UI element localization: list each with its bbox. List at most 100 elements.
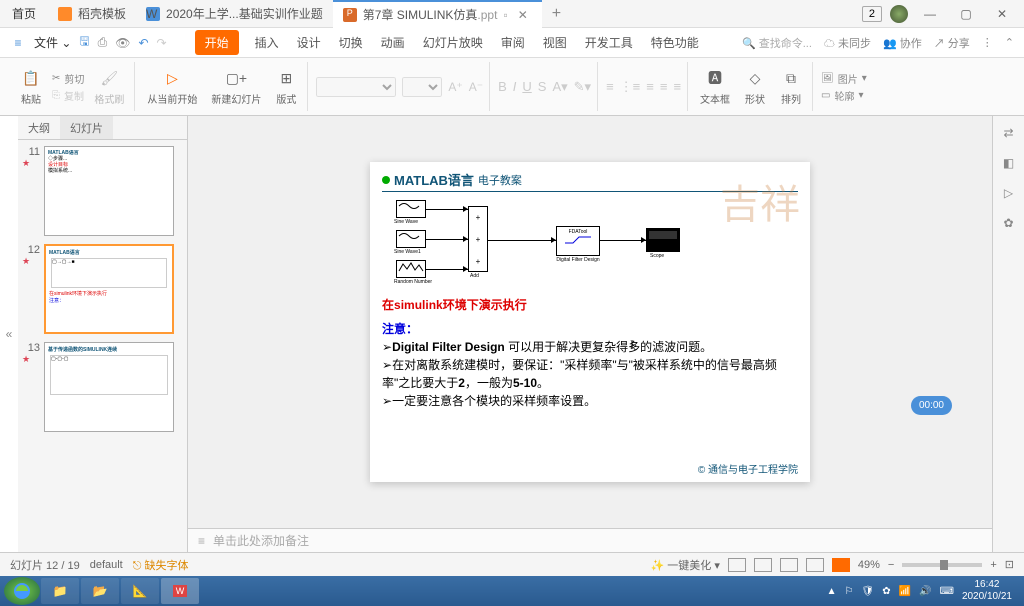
view-reading-icon[interactable] [806,558,824,572]
zoom-slider[interactable] [902,563,982,567]
slides-tab[interactable]: 幻灯片 [60,116,113,139]
label-random: Random Number [394,279,432,285]
close-icon[interactable]: ✕ [514,8,532,22]
outline-tab[interactable]: 大纲 [18,116,60,139]
ribbon-tab-dev[interactable]: 开发工具 [583,30,635,55]
notes-pane[interactable]: ≡ 单击此处添加备注 [188,528,992,552]
task-matlab[interactable]: 📐 [121,578,159,604]
save-icon[interactable]: 🖫 [79,32,89,53]
layout-button[interactable]: ⊞版式 [271,65,301,108]
tray-flower-icon[interactable]: ✿ [882,586,890,597]
tab-doc[interactable]: W 2020年上学...基础实训作业题 [136,0,333,28]
format-painter-button[interactable]: 🖌格式刷 [90,65,128,108]
slide[interactable]: 吉祥 MATLAB语言 电子教案 Sine Wave Sine Wave1 Ra… [370,162,810,482]
ribbon-tab-animation[interactable]: 动画 [379,30,407,55]
view-slideshow-icon[interactable] [832,558,850,572]
task-wps[interactable]: W [161,578,199,604]
paste-button[interactable]: 📋粘贴 [16,65,46,108]
tray-flag-icon[interactable]: ⚐ [845,586,854,597]
tab-menu-icon[interactable]: ▫ [503,8,507,22]
fit-icon[interactable]: ⊡ [1005,558,1014,571]
redo-icon[interactable]: ↷ [157,36,167,50]
panel-style-icon[interactable]: ◧ [1003,156,1014,170]
thumb-11[interactable]: 11★ MATLAB语言◇步骤...设计目标模拟系统... [22,146,183,236]
right-panel: ⇄ ◧ ▷ ✿ [992,116,1024,552]
collab-button[interactable]: 👥 协作 [883,35,922,51]
avatar[interactable] [890,5,908,23]
notification-badge[interactable]: 2 [862,6,882,22]
tray-up-icon[interactable]: ▲ [827,586,837,597]
copyright: © 通信与电子工程学院 [698,461,798,476]
tab-daoke[interactable]: 稻壳模板 [48,0,136,28]
home-button[interactable]: 首页 [0,5,48,22]
label-filter: Digital Filter Design [556,257,600,263]
file-menu[interactable]: 文件 ⌄ [34,34,71,51]
maximize-button[interactable]: ▢ [952,4,980,24]
cut-button[interactable]: ✂ 剪切 [52,71,84,86]
ribbon-tab-insert[interactable]: 插入 [253,30,281,55]
share-button[interactable]: ↗ 分享 [934,35,970,51]
panel-prop-icon[interactable]: ✿ [1003,216,1013,230]
block-filter: FDATool [556,226,600,256]
text-cursor: I [630,337,634,352]
thumb-12[interactable]: 12★ MATLAB语言▢→▢→■在simulink环境下演示执行注意： [22,244,183,334]
panel-toggle-icon[interactable]: ⇄ [1003,126,1013,140]
ribbon-tab-design[interactable]: 设计 [295,30,323,55]
shape-button[interactable]: ◇形状 [740,65,770,108]
task-explorer[interactable]: 📁 [41,578,79,604]
tray-vol-icon[interactable]: 🔊 [919,586,931,597]
sync-status[interactable]: ☁ 未同步 [824,35,871,51]
view-normal-icon[interactable] [754,558,772,572]
image-button[interactable]: 🖼 图片▾ [821,71,867,86]
ribbon-tab-view[interactable]: 视图 [541,30,569,55]
thumb-13[interactable]: 13★ 基于传递函数的SIMULINK连续▢-▢-▢ [22,342,183,432]
theme-name: default [90,559,123,571]
view-sorter-icon[interactable] [780,558,798,572]
ribbon-tab-review[interactable]: 审阅 [499,30,527,55]
minimize-button[interactable]: — [916,4,944,24]
zoom-label: 49% [858,559,880,571]
ribbon-tab-transition[interactable]: 切换 [337,30,365,55]
task-folder[interactable]: 📂 [81,578,119,604]
tray-keyboard-icon[interactable]: ⌨ [940,586,954,597]
slide-title: MATLAB语言 [394,170,474,189]
new-slide-button[interactable]: ▢+新建幻灯片 [207,65,265,108]
new-tab-button[interactable]: + [542,0,571,28]
tray-clock[interactable]: 16:42 2020/10/21 [962,579,1012,603]
zoom-in-icon[interactable]: + [990,559,996,571]
zoom-out-icon[interactable]: − [888,559,894,571]
copy-button[interactable]: ⎘ 复制 [52,88,84,103]
view-notes-icon[interactable] [728,558,746,572]
arrange-button[interactable]: ⧉排列 [776,65,806,108]
tray-shield-icon[interactable]: 🛡 [862,586,875,597]
missing-fonts[interactable]: ⎋ 缺失字体 [133,557,189,573]
from-current-button[interactable]: ▷从当前开始 [143,65,201,108]
textbox-button[interactable]: 🅰文本框 [696,65,734,108]
undo-icon[interactable]: ↶ [138,36,148,50]
ribbon-tab-special[interactable]: 特色功能 [649,30,701,55]
tab-label: 稻壳模板 [78,5,126,22]
ribbon-tabs: 开始 插入 设计 切换 动画 幻灯片放映 审阅 视图 开发工具 特色功能 [195,30,701,55]
thumbnails[interactable]: 11★ MATLAB语言◇步骤...设计目标模拟系统... 12★ MATLAB… [18,140,187,552]
collapse-sidebar-icon[interactable]: « [0,116,18,552]
beautify-button[interactable]: ✨ 一键美化 ▾ [651,557,720,573]
tray-net-icon[interactable]: 📶 [899,586,911,597]
collapse-ribbon-icon[interactable]: ⌃ [1005,36,1014,49]
print-icon[interactable]: ⎙ [98,35,108,50]
close-button[interactable]: ✕ [988,4,1016,24]
search-input[interactable]: 🔍 查找命令... [742,35,812,51]
tab-ppt-active[interactable]: P 第7章 SIMULINK仿真.ppt ▫ ✕ [333,0,542,28]
app-menu-icon[interactable]: ≡ [10,35,26,51]
more-icon[interactable]: ⋮ [982,36,993,49]
panel-anim-icon[interactable]: ▷ [1004,186,1013,200]
block-sine1 [396,200,426,218]
outline-button[interactable]: ▭ 轮廓▾ [821,88,867,103]
preview-icon[interactable]: 👁 [115,36,130,50]
label-sine2: Sine Wave1 [394,249,421,255]
ribbon-tab-start[interactable]: 开始 [195,30,239,55]
block-add: +++ [468,206,488,272]
start-button[interactable] [4,577,40,605]
label-sine1: Sine Wave [394,219,418,225]
ribbon-tab-slideshow[interactable]: 幻灯片放映 [421,30,485,55]
timer-badge[interactable]: 00:00 [911,396,952,415]
